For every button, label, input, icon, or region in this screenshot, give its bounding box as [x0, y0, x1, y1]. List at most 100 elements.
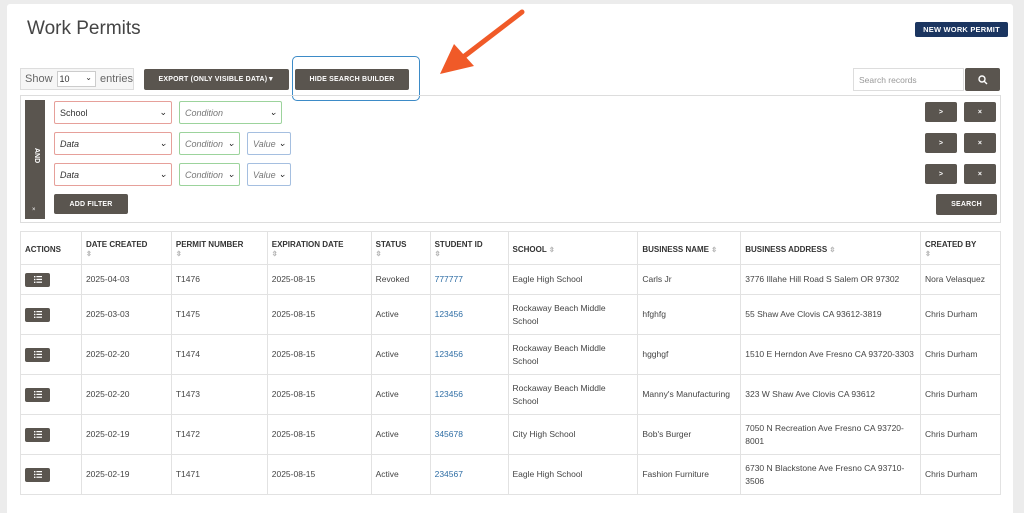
sort-icon[interactable]: ⇳ — [925, 251, 931, 258]
close-icon[interactable]: × — [32, 207, 36, 213]
indent-button[interactable]: > — [925, 133, 957, 153]
cell-text: Fashion Furniture — [642, 469, 709, 479]
student-id-link[interactable]: 123456 — [435, 349, 463, 359]
column-header[interactable]: CREATED BY ⇳ — [919, 231, 1002, 265]
table-cell — [20, 374, 82, 415]
remove-filter-button[interactable]: × — [964, 102, 996, 122]
table-cell: Chris Durham — [919, 454, 1002, 495]
row-actions-button[interactable] — [25, 427, 50, 442]
chevron-down-icon: ⌄ — [227, 138, 235, 148]
column-header[interactable]: PERMIT NUMBER ⇳ — [170, 231, 268, 265]
table-cell: T1474 — [170, 334, 268, 375]
sort-icon[interactable]: ⇳ — [711, 247, 717, 254]
remove-filter-button[interactable]: × — [964, 164, 996, 184]
page-length-select[interactable]: 10 ⌄ — [56, 71, 96, 87]
table-cell: City High School — [507, 414, 639, 455]
value-select[interactable]: Value ⌄ — [247, 132, 291, 155]
column-header[interactable]: SCHOOL ⇳ — [507, 231, 639, 265]
page-length-value: 10 — [59, 74, 70, 84]
sort-icon[interactable]: ⇳ — [176, 251, 182, 258]
cell-text: City High School — [512, 429, 576, 439]
table-cell: 323 W Shaw Ave Clovis CA 93612 — [740, 374, 921, 415]
cell-text: T1474 — [175, 349, 200, 359]
table-cell: Revoked — [370, 264, 431, 295]
column-header[interactable]: STATUS ⇳ — [370, 231, 431, 265]
column-header-label: SCHOOL — [512, 244, 547, 254]
table-cell: Rockaway Beach Middle School — [507, 374, 639, 415]
new-work-permit-button[interactable]: NEW WORK PERMIT — [915, 22, 1008, 37]
condition-select-value: Condition — [185, 107, 224, 118]
student-id-link[interactable]: 777777 — [435, 274, 463, 284]
work-permits-table: ACTIONS DATE CREATED ⇳ PERMIT NUMBER ⇳ EXP… — [20, 231, 1002, 495]
search-button[interactable] — [965, 68, 1000, 91]
cell-text: Active — [375, 309, 399, 319]
cell-text: 2025-08-15 — [271, 274, 316, 284]
indent-button[interactable]: > — [925, 102, 957, 122]
cell-text: Chris Durham — [924, 429, 978, 439]
indent-button[interactable]: > — [925, 164, 957, 184]
chevron-down-icon: ⌄ — [269, 107, 277, 117]
cell-text: Active — [375, 429, 399, 439]
cell-text: 2025-02-20 — [85, 349, 130, 359]
add-filter-button[interactable]: ADD FILTER — [54, 194, 128, 214]
table-header-row: ACTIONS DATE CREATED ⇳ PERMIT NUMBER ⇳ EXP… — [20, 231, 1002, 265]
condition-select[interactable]: Condition ⌄ — [179, 101, 282, 124]
cell-text: T1475 — [175, 309, 200, 319]
row-actions-button[interactable] — [25, 467, 50, 482]
row-actions-button[interactable] — [25, 307, 50, 322]
field-select-value: Data — [60, 169, 80, 180]
table-cell — [20, 264, 82, 295]
export-button[interactable]: EXPORT (ONLY VISIBLE DATA)▼ — [144, 69, 289, 90]
field-select[interactable]: Data ⌄ — [54, 163, 172, 186]
student-id-link[interactable]: 345678 — [435, 429, 463, 439]
cell-text: T1476 — [175, 274, 200, 284]
sort-icon[interactable]: ⇳ — [549, 247, 555, 254]
row-actions-button[interactable] — [25, 387, 50, 402]
student-id-link[interactable]: 123456 — [435, 309, 463, 319]
table-cell: 123456 — [429, 334, 509, 375]
column-header-label: ACTIONS — [25, 244, 61, 254]
table-cell: Active — [370, 374, 431, 415]
row-actions-button[interactable] — [25, 272, 50, 287]
table-cell: T1473 — [170, 374, 268, 415]
value-select-value: Value — [253, 169, 276, 180]
value-select[interactable]: Value ⌄ — [247, 163, 291, 186]
column-header[interactable]: EXPIRATION DATE ⇳ — [266, 231, 372, 265]
cell-text: Rockaway Beach Middle School — [512, 382, 606, 406]
hide-search-builder-button[interactable]: HIDE SEARCH BUILDER — [295, 69, 409, 90]
cell-text: T1471 — [175, 469, 200, 479]
column-header-label: CREATED BY — [924, 240, 977, 249]
condition-select[interactable]: Condition ⌄ — [179, 132, 240, 155]
field-select[interactable]: School ⌄ — [54, 101, 172, 124]
student-id-link[interactable]: 123456 — [435, 389, 463, 399]
cell-text: 2025-08-15 — [271, 429, 316, 439]
sort-icon[interactable]: ⇳ — [272, 251, 278, 258]
sort-icon[interactable]: ⇳ — [829, 247, 835, 254]
builder-search-button[interactable]: SEARCH — [936, 194, 997, 215]
sort-icon[interactable]: ⇳ — [435, 251, 441, 258]
logic-toggle[interactable]: AND × — [25, 100, 45, 219]
table-cell — [20, 454, 82, 495]
remove-filter-button[interactable]: × — [964, 133, 996, 153]
condition-select[interactable]: Condition ⌄ — [179, 163, 240, 186]
column-header[interactable]: BUSINESS ADDRESS ⇳ — [740, 231, 921, 265]
column-header[interactable]: DATE CREATED ⇳ — [80, 231, 172, 265]
table-cell: 345678 — [429, 414, 509, 455]
column-header: ACTIONS — [20, 231, 82, 265]
table-cell: Nora Velasquez — [919, 264, 1002, 295]
table-cell: 2025-08-15 — [266, 454, 372, 495]
cell-text: Rockaway Beach Middle School — [512, 302, 606, 326]
entries-label: entries — [99, 73, 133, 85]
table-cell: 3776 Illahe Hill Road S Salem OR 97302 — [740, 264, 921, 295]
row-actions-button[interactable] — [25, 347, 50, 362]
column-header[interactable]: STUDENT ID ⇳ — [429, 231, 509, 265]
cell-text: 2025-03-03 — [85, 309, 130, 319]
student-id-link[interactable]: 234567 — [435, 469, 463, 479]
column-header[interactable]: BUSINESS NAME ⇳ — [637, 231, 742, 265]
table-cell: T1475 — [170, 294, 268, 335]
field-select[interactable]: Data ⌄ — [54, 132, 172, 155]
sort-icon[interactable]: ⇳ — [376, 251, 382, 258]
sort-icon[interactable]: ⇳ — [86, 251, 92, 258]
search-input[interactable]: Search records — [853, 68, 964, 91]
table-cell: 2025-08-15 — [266, 334, 372, 375]
